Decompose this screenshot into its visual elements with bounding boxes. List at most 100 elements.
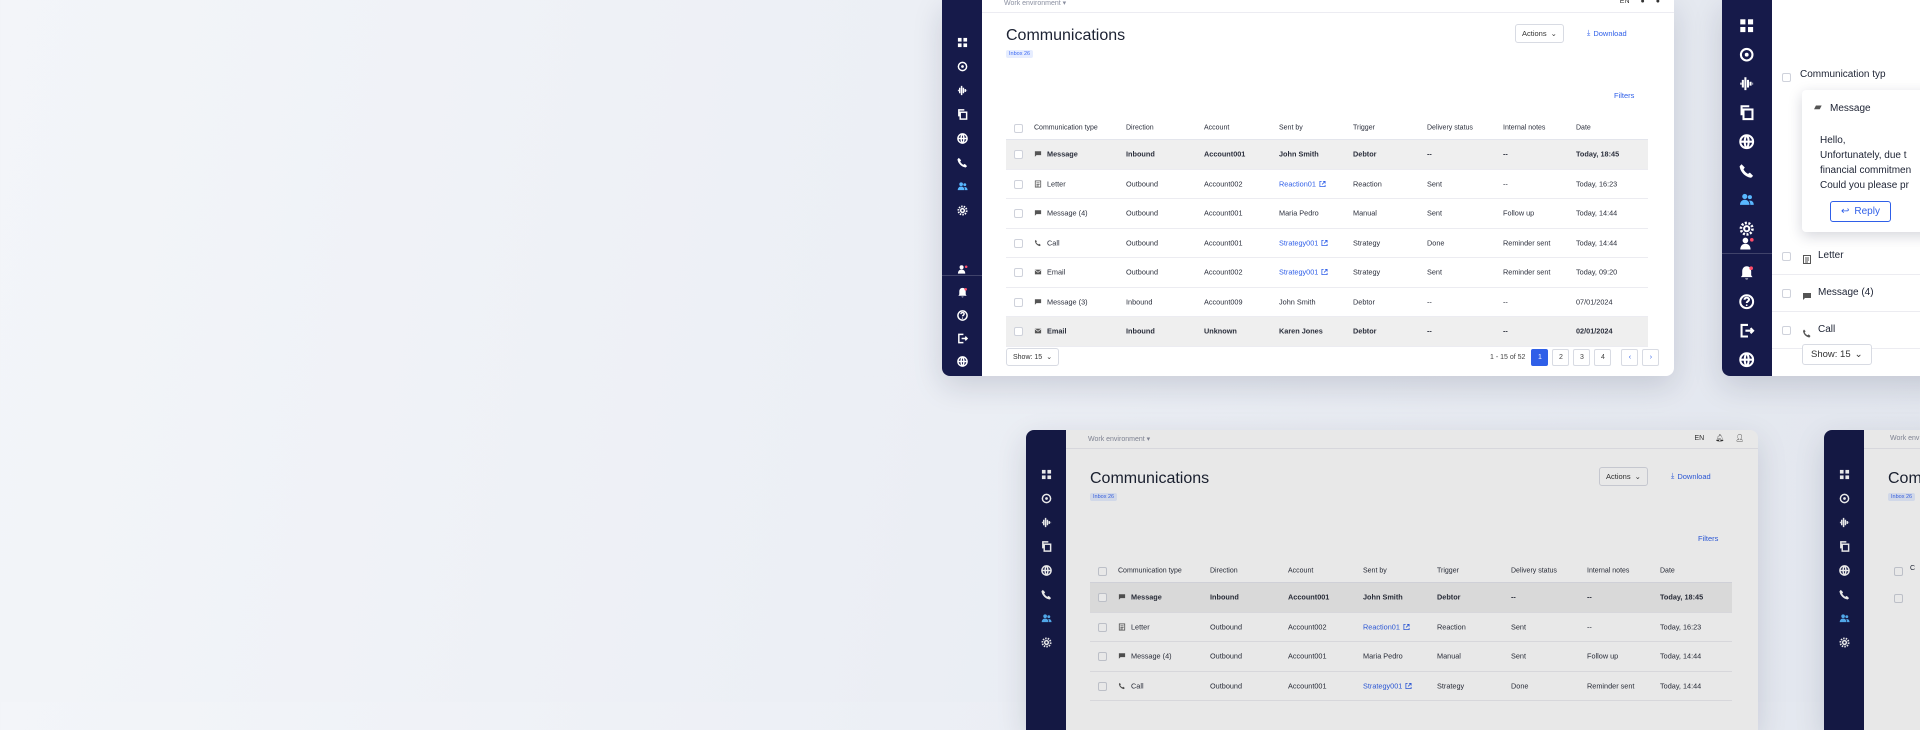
column-header[interactable]: Trigger (1353, 125, 1375, 132)
row-checkbox[interactable] (1098, 681, 1107, 691)
environment-selector[interactable]: Work environment ▾ (1088, 435, 1150, 443)
row-checkbox[interactable] (1014, 238, 1023, 248)
nav-globe-icon[interactable] (942, 130, 982, 146)
table-row[interactable]: Message (4) (1772, 275, 1920, 312)
row-checkbox[interactable] (1782, 289, 1791, 298)
select-all-checkbox[interactable] (1098, 567, 1107, 576)
table-row[interactable]: Letter Outbound Account002 Reaction01 Reacti… (1006, 170, 1648, 199)
user-icon[interactable]: ● (1656, 0, 1660, 5)
environment-selector[interactable]: Work environment ▾ (1004, 0, 1066, 7)
nav-help-icon[interactable] (942, 307, 982, 323)
nav-target-icon[interactable] (1722, 47, 1772, 63)
row-checkbox[interactable] (1098, 652, 1107, 662)
sent-by-link[interactable]: Strategy001 (1279, 268, 1318, 277)
filters-link[interactable]: Filters (1614, 91, 1634, 100)
external-link-icon[interactable] (1321, 269, 1328, 276)
nav-waveform-icon[interactable] (1026, 514, 1066, 530)
row-checkbox[interactable] (1014, 209, 1023, 219)
page-size-select[interactable]: Show: 15 ⌄ (1802, 344, 1872, 365)
download-button[interactable]: ⤓ Download (1671, 471, 1711, 481)
nav-globe-icon[interactable] (1722, 134, 1772, 150)
column-header[interactable]: Date (1660, 568, 1675, 575)
column-header[interactable]: Date (1576, 125, 1591, 132)
prev-page-button[interactable]: ‹ (1621, 349, 1639, 366)
nav-dashboard-icon[interactable] (1026, 466, 1066, 482)
row-checkbox[interactable] (1014, 297, 1023, 307)
nav-waveform-icon[interactable] (942, 82, 982, 98)
column-header[interactable]: Communication type (1034, 125, 1098, 132)
nav-language-globe-icon[interactable] (1722, 352, 1772, 368)
nav-phone-icon[interactable] (1026, 586, 1066, 602)
column-header[interactable]: Sent by (1279, 125, 1303, 132)
language-selector[interactable]: EN (1620, 0, 1630, 5)
external-link-icon[interactable] (1319, 180, 1326, 187)
nav-gear-icon[interactable] (1722, 221, 1772, 237)
page-button[interactable]: 3 (1573, 349, 1591, 366)
table-row[interactable]: Letter Outbound Account002 Reaction01 Reacti… (1090, 613, 1732, 642)
nav-users-icon[interactable] (942, 178, 982, 194)
nav-users-icon[interactable] (1722, 192, 1772, 208)
nav-gear-icon[interactable] (1026, 634, 1066, 650)
table-row[interactable]: Message Inbound Account001 John Smith Debtor… (1090, 583, 1732, 613)
page-button[interactable]: 4 (1594, 349, 1612, 366)
actions-button[interactable]: Actions ⌄ (1599, 467, 1648, 486)
nav-bell-icon[interactable] (942, 284, 982, 300)
nav-copy-icon[interactable] (1026, 538, 1066, 554)
row-checkbox[interactable] (1014, 327, 1023, 337)
row-checkbox[interactable] (1014, 179, 1023, 189)
nav-logout-icon[interactable] (942, 330, 982, 346)
column-header[interactable]: Delivery status (1511, 568, 1557, 575)
external-link-icon[interactable] (1321, 239, 1328, 246)
table-row[interactable]: Message (3) Inbound Account009 John Smith De… (1006, 288, 1648, 317)
table-row[interactable]: Message Inbound Account001 John Smith Debtor… (1006, 140, 1648, 170)
row-checkbox[interactable] (1014, 268, 1023, 278)
column-header[interactable]: Trigger (1437, 568, 1459, 575)
environment-selector[interactable]: Work env (1890, 435, 1919, 442)
nav-users-icon[interactable] (1026, 610, 1066, 626)
nav-waveform-icon[interactable] (1722, 76, 1772, 92)
column-header[interactable]: Communication type (1118, 568, 1182, 575)
download-button[interactable]: ⤓ Download (1587, 28, 1627, 38)
bell-icon[interactable]: ● (1641, 0, 1645, 5)
filters-link[interactable]: Filters (1698, 534, 1718, 543)
page-button[interactable]: 2 (1552, 349, 1570, 366)
column-header[interactable]: Direction (1126, 125, 1154, 132)
nav-copy-icon[interactable] (1824, 538, 1864, 554)
user-icon[interactable]: 👤︎ (1735, 434, 1744, 442)
nav-help-icon[interactable] (1722, 294, 1772, 310)
sent-by-link[interactable]: Reaction01 (1279, 179, 1316, 188)
column-header[interactable]: Internal notes (1503, 125, 1545, 132)
nav-phone-icon[interactable] (1722, 163, 1772, 179)
select-all-checkbox[interactable] (1014, 124, 1023, 133)
nav-dashboard-icon[interactable] (942, 34, 982, 50)
nav-target-icon[interactable] (1026, 490, 1066, 506)
table-row[interactable]: Email Inbound Unknown Karen Jones Debtor -- --… (1006, 317, 1648, 347)
page-size-select[interactable]: Show: 15 ⌄ (1006, 348, 1060, 366)
table-row[interactable]: Message (4) Outbound Account001 Maria Pedro… (1090, 642, 1732, 672)
select-all-checkbox[interactable] (1782, 73, 1791, 82)
nav-user-alert-icon[interactable] (1722, 236, 1772, 252)
table-row[interactable]: Letter (1772, 238, 1920, 275)
column-header[interactable]: Internal notes (1587, 568, 1629, 575)
table-row[interactable]: Call Outbound Account001 Strategy001 Strateg… (1006, 229, 1648, 258)
table-row[interactable]: Email Outbound Account002 Strategy001 Strate… (1006, 258, 1648, 288)
row-checkbox[interactable] (1782, 326, 1791, 335)
nav-gear-icon[interactable] (942, 202, 982, 218)
table-row[interactable]: Call Outbound Account001 Strategy001 Strateg… (1090, 672, 1732, 701)
nav-globe-icon[interactable] (1026, 562, 1066, 578)
sent-by-link[interactable]: Reaction01 (1363, 622, 1400, 631)
reply-button[interactable]: ↩ Reply (1830, 201, 1891, 222)
page-button[interactable]: 1 (1531, 349, 1549, 366)
nav-target-icon[interactable] (942, 58, 982, 74)
column-header[interactable]: Sent by (1363, 568, 1387, 575)
row-checkbox[interactable] (1098, 593, 1107, 603)
nav-bell-icon[interactable] (1722, 265, 1772, 281)
nav-dashboard-icon[interactable] (1722, 18, 1772, 34)
nav-waveform-icon[interactable] (1824, 514, 1864, 530)
nav-globe-icon[interactable] (1824, 562, 1864, 578)
row-checkbox[interactable] (1098, 622, 1107, 632)
nav-copy-icon[interactable] (942, 106, 982, 122)
language-selector[interactable]: EN (1694, 435, 1704, 442)
nav-user-alert-icon[interactable] (942, 261, 982, 277)
select-all-checkbox[interactable] (1894, 567, 1903, 576)
